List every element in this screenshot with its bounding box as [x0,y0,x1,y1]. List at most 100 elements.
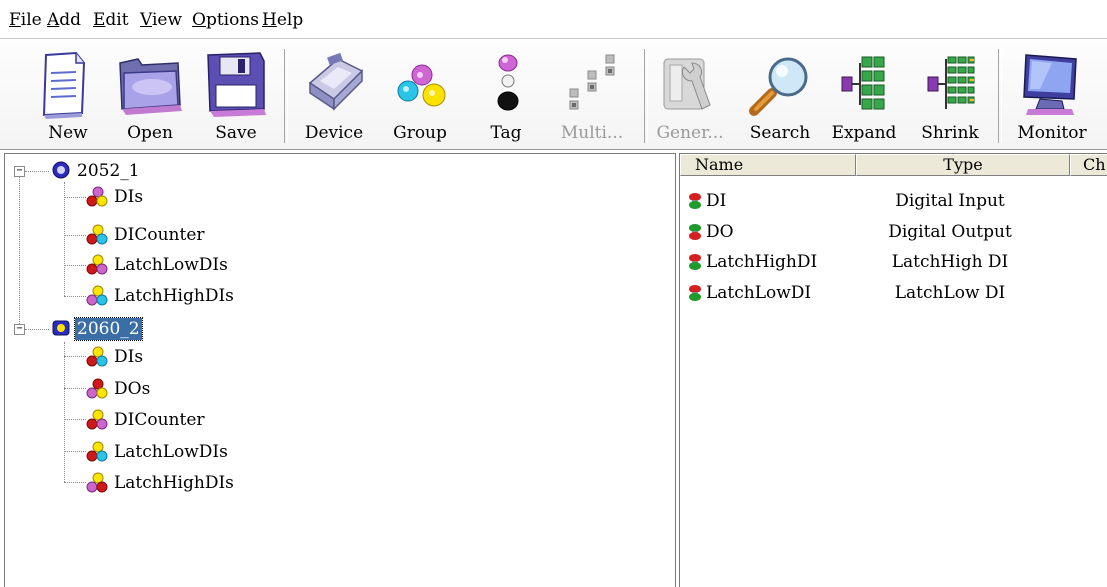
tag-type: LatchLow DI [894,283,1006,303]
tree-device-label: 2052_1 [77,161,140,181]
menu-edit[interactable]: Edit [93,10,129,30]
multi-tag-icon [569,54,615,110]
tree-group-label: DIs [114,187,144,207]
device-node-icon [52,161,70,179]
open-folder-icon [119,58,182,115]
tree-connector [64,482,86,483]
save-button[interactable]: Save [196,45,276,147]
tree-connector [64,235,86,236]
tree-group-latchhighdis[interactable]: LatchHighDIs [86,285,306,307]
menu-options[interactable]: Options [192,10,259,30]
tag-name: DO [706,222,734,242]
tag-button[interactable]: Tag [466,45,546,147]
group-circles-icon [397,64,446,107]
tree-device-label-selected: 2060_2 [74,317,143,341]
shrink-button-label: Shrink [921,123,979,143]
save-button-label: Save [215,123,257,143]
tree-connector [64,296,86,297]
tree-connector [64,265,86,266]
group-node-icon [86,472,108,493]
menu-add[interactable]: Add [47,10,81,30]
tree-connector [64,182,65,296]
open-button[interactable]: Open [110,45,190,147]
tree-group-label: LatchLowDIs [114,442,228,462]
tree-group-label: LatchLowDIs [114,255,228,275]
tag-name: LatchLowDI [706,283,812,303]
tree-connector [19,176,20,324]
device-button-label: Device [304,123,364,143]
group-node-icon [86,441,108,462]
list-item[interactable]: LatchHighDI LatchHigh DI [680,251,1107,273]
group-node-icon [86,186,108,207]
tag-type: Digital Output [888,222,1012,242]
toolbar-separator [998,49,1002,143]
multi-button[interactable]: Multi... [552,45,632,147]
tree-connector [64,342,65,482]
search-button-label: Search [749,123,811,143]
toolbar: New Open Save Device Group Tag Multi... … [0,39,1107,150]
tree-connector [64,197,86,198]
monitor-icon [1023,54,1077,115]
list-header: Name Type Ch [680,154,1107,176]
tree-group-label: DIs [114,347,144,367]
tree-device-2060-2[interactable]: 2060_2 [51,317,211,341]
device-button[interactable]: Device [294,45,374,147]
group-button[interactable]: Group [380,45,460,147]
group-node-icon [86,378,108,399]
tag-status-icon [689,285,701,301]
tag-name: DI [706,191,727,211]
new-document-icon [42,51,86,119]
tree-group-label: LatchHighDIs [114,473,234,493]
menu-view[interactable]: View [140,10,182,30]
tag-list[interactable]: Name Type Ch DI Digital Input DO Digital… [679,153,1107,587]
collapse-toggle[interactable]: − [14,324,25,335]
device-module-icon [308,52,364,111]
group-button-label: Group [393,123,447,143]
tag-name: LatchHighDI [706,252,818,272]
tree-group-label: DICounter [114,225,205,245]
shrink-tree-icon [927,56,975,109]
expand-button[interactable]: Expand [824,45,904,147]
tag-icon [497,54,519,111]
tag-type: Digital Input [895,191,1005,211]
collapse-toggle[interactable]: − [14,166,25,177]
generate-tools-icon [663,58,711,110]
search-button[interactable]: Search [740,45,820,147]
tree-group-dis[interactable]: DIs [86,186,246,208]
device-node-icon [52,320,70,336]
group-node-icon [86,254,108,275]
tree-group-dis[interactable]: DIs [86,346,246,368]
tree-device-2052-1[interactable]: 2052_1 [51,160,211,182]
new-button-label: New [48,123,88,143]
tree-group-latchlowdis[interactable]: LatchLowDIs [86,254,306,276]
tree-connector [64,419,86,420]
shrink-button[interactable]: Shrink [910,45,990,147]
list-item[interactable]: LatchLowDI LatchLow DI [680,282,1107,304]
tree-connector [64,388,86,389]
group-node-icon [86,285,108,306]
generate-button[interactable]: Gener... [650,45,730,147]
list-item[interactable]: DI Digital Input [680,190,1107,212]
group-node-icon [86,409,108,430]
tree-group-dicounter[interactable]: DICounter [86,224,286,246]
menu-help[interactable]: Help [262,10,303,30]
device-tree[interactable]: − 2052_1 DIs DICounter LatchLowDIs Latch… [4,153,676,587]
tree-group-latchhighdis[interactable]: LatchHighDIs [86,472,306,494]
list-item[interactable]: DO Digital Output [680,221,1107,243]
tree-group-dos[interactable]: DOs [86,378,246,400]
group-node-icon [86,224,108,245]
column-header-type[interactable]: Type [856,154,1070,176]
menu-file[interactable]: File [9,10,42,30]
new-button[interactable]: New [28,45,108,147]
column-header-name[interactable]: Name [680,154,856,176]
tree-group-dicounter[interactable]: DICounter [86,409,286,431]
magnifier-icon [749,57,808,116]
tag-type: LatchHigh DI [891,252,1009,272]
tree-group-latchlowdis[interactable]: LatchLowDIs [86,441,306,463]
tree-group-label: DICounter [114,410,205,430]
tree-connector [25,171,49,172]
column-header-ch[interactable]: Ch [1070,154,1107,176]
tag-status-icon [689,193,701,209]
tag-status-icon [689,254,701,270]
monitor-button[interactable]: Monitor [1012,45,1092,147]
